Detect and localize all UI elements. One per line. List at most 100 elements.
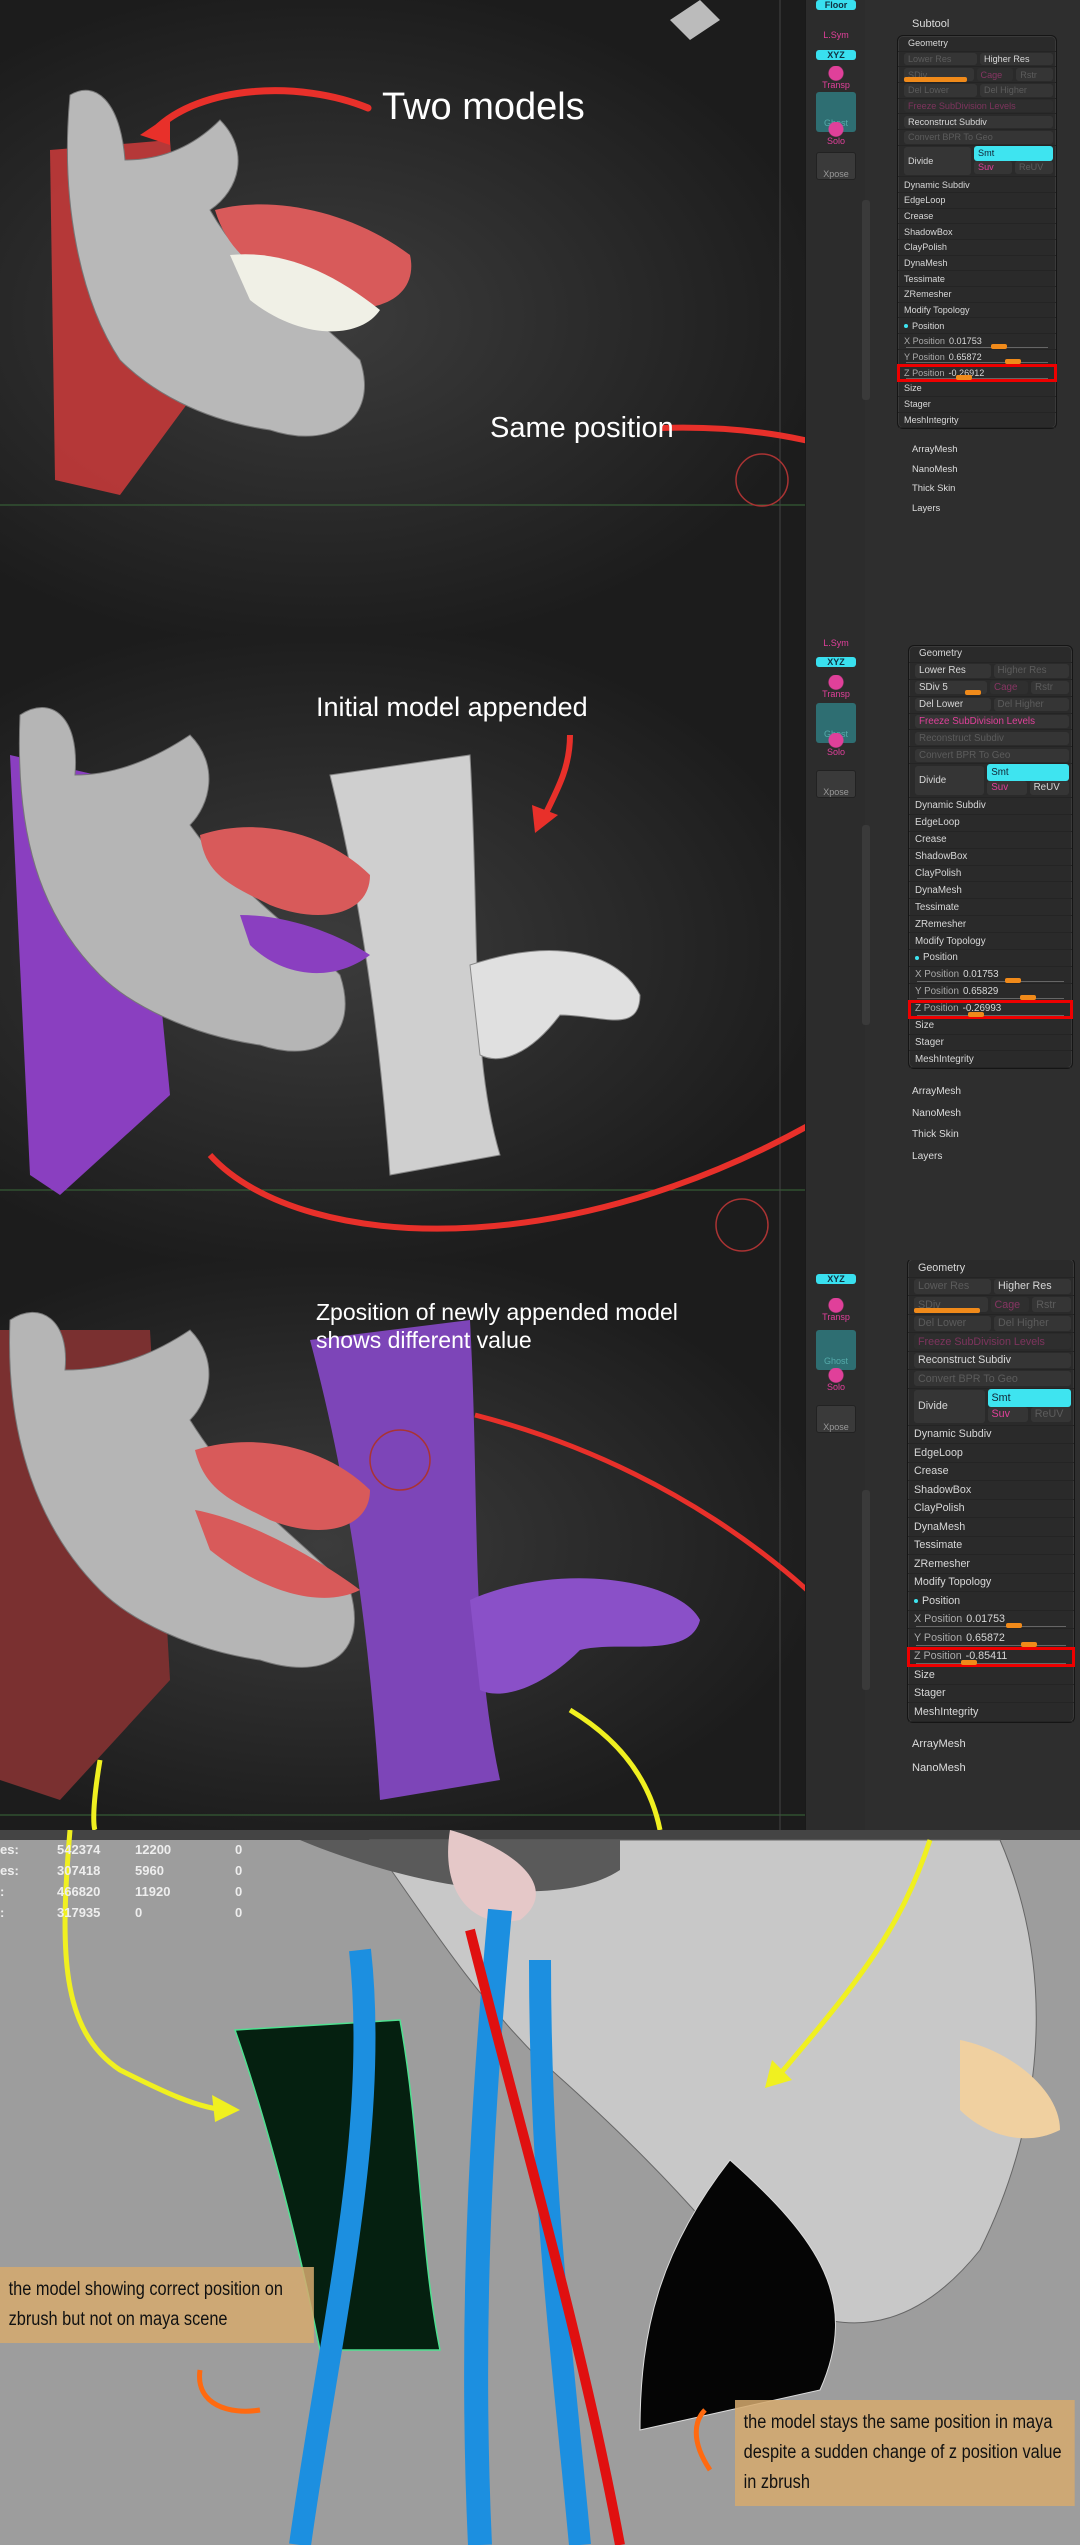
x-position-slider[interactable]: X Position 0.01753 [909, 967, 1072, 984]
geometry-header[interactable]: Geometry [908, 1260, 1074, 1278]
position-header[interactable]: Position [909, 950, 1072, 967]
shelf-xyz-button[interactable]: XYZ [816, 657, 856, 667]
freeze-subdivision-levels-button[interactable]: Freeze SubDivision Levels [914, 1334, 1071, 1350]
z-position-slider-knob[interactable] [968, 1011, 985, 1017]
suv-toggle[interactable]: Suv [987, 780, 1027, 795]
position-header[interactable]: Position [908, 1592, 1074, 1611]
menu-nanomesh[interactable]: NanoMesh [912, 1108, 961, 1119]
subpalette-size[interactable]: Size [909, 1018, 1072, 1035]
higher-res-button[interactable]: Higher Res [994, 1278, 1071, 1294]
del-higher-button[interactable]: Del Higher [993, 697, 1069, 712]
subpalette-size[interactable]: Size [898, 381, 1056, 397]
reuv-toggle[interactable]: ReUV [1015, 161, 1054, 174]
subpalette-crease[interactable]: Crease [898, 209, 1056, 225]
panel-scrollbar[interactable] [862, 200, 870, 400]
menu-layers[interactable]: Layers [912, 1151, 942, 1162]
menu-arraymesh[interactable]: ArrayMesh [912, 1738, 966, 1750]
suv-toggle[interactable]: Suv [974, 161, 1013, 174]
higher-res-button[interactable]: Higher Res [993, 664, 1069, 678]
freeze-subdivision-levels-button[interactable]: Freeze SubDivision Levels [915, 714, 1069, 729]
shelf-solo-button[interactable]: Solo [816, 1368, 856, 1392]
subpalette-dynamic-subdiv[interactable]: Dynamic Subdiv [898, 177, 1056, 193]
lower-res-button[interactable]: Lower Res [904, 52, 977, 66]
subpalette-zremesher[interactable]: ZRemesher [908, 1555, 1074, 1574]
shelf-lsym-button[interactable]: L.Sym [816, 30, 856, 40]
z-position-slider[interactable]: Z Position -0.26993 [908, 999, 1073, 1019]
z-position-slider[interactable]: Z Position -0.85411 [907, 1646, 1075, 1667]
subpalette-stager[interactable]: Stager [908, 1685, 1074, 1703]
menu-arraymesh[interactable]: ArrayMesh [912, 443, 957, 454]
subpalette-shadowbox[interactable]: ShadowBox [908, 1481, 1074, 1500]
subpalette-tessimate[interactable]: Tessimate [898, 271, 1056, 288]
shelf-ghost-button[interactable]: Ghost [816, 1330, 856, 1370]
subpalette-dynamic-subdiv[interactable]: Dynamic Subdiv [909, 798, 1072, 815]
y-position-slider-knob[interactable] [1021, 1641, 1037, 1647]
position-header[interactable]: Position [898, 318, 1056, 335]
shelf-xyz-button[interactable]: XYZ [816, 1274, 856, 1284]
subpalette-size[interactable]: Size [908, 1666, 1074, 1685]
freeze-subdivision-levels-button[interactable]: Freeze SubDivision Levels [904, 99, 1053, 113]
shelf-xpose-button[interactable]: Xpose [816, 1405, 856, 1433]
sdiv-slider[interactable]: SDiv 5 [915, 680, 987, 696]
subpalette-crease[interactable]: Crease [909, 832, 1072, 849]
y-position-slider[interactable]: Y Position 0.65829 [909, 984, 1072, 1001]
geometry-header[interactable]: Geometry [909, 646, 1072, 663]
divide-button[interactable]: Divide [915, 765, 985, 796]
subpalette-edgeloop[interactable]: EdgeLoop [909, 815, 1072, 832]
higher-res-button[interactable]: Higher Res [980, 52, 1053, 66]
subpalette-meshintegrity[interactable]: MeshIntegrity [909, 1051, 1072, 1069]
maya-viewport[interactable]: es: 542374 12200 0 es: 307418 5960 0: 466820 1192… [0, 1830, 1080, 2545]
reconstruct-subdiv-button[interactable]: Reconstruct Subdiv [915, 731, 1069, 746]
suv-toggle[interactable]: Suv [987, 1406, 1028, 1422]
subpalette-tessimate[interactable]: Tessimate [908, 1537, 1074, 1555]
panel-scrollbar[interactable] [862, 1490, 870, 1690]
subpalette-meshintegrity[interactable]: MeshIntegrity [898, 413, 1056, 429]
panel-scrollbar[interactable] [862, 825, 870, 1025]
del-higher-button[interactable]: Del Higher [994, 1315, 1071, 1331]
del-lower-button[interactable]: Del Lower [904, 84, 977, 97]
subpalette-claypolish[interactable]: ClayPolish [908, 1500, 1074, 1518]
del-higher-button[interactable]: Del Higher [980, 84, 1053, 97]
del-lower-button[interactable]: Del Lower [915, 697, 991, 712]
subpalette-crease[interactable]: Crease [908, 1463, 1074, 1481]
shelf-xpose-button[interactable]: Xpose [816, 770, 856, 798]
reconstruct-subdiv-button[interactable]: Reconstruct Subdiv [914, 1352, 1071, 1368]
divide-button[interactable]: Divide [904, 147, 972, 175]
menu-layers[interactable]: Layers [912, 502, 940, 513]
shelf-transp-button[interactable]: Transp [816, 675, 856, 699]
y-position-slider-knob[interactable] [1019, 994, 1036, 1000]
subpalette-dynamesh[interactable]: DynaMesh [909, 882, 1072, 900]
subpalette-zremesher[interactable]: ZRemesher [898, 287, 1056, 303]
rstr-button[interactable]: Rstr [1031, 680, 1069, 695]
menu-nanomesh[interactable]: NanoMesh [912, 1762, 966, 1774]
subpalette-dynamic-subdiv[interactable]: Dynamic Subdiv [908, 1426, 1074, 1444]
menu-nanomesh[interactable]: NanoMesh [912, 463, 958, 474]
viewport[interactable]: Zposition of newly appended model shows … [0, 1260, 805, 1830]
cage-button[interactable]: Cage [976, 68, 1014, 81]
reuv-toggle[interactable]: ReUV [1029, 780, 1069, 795]
subpalette-tessimate[interactable]: Tessimate [909, 899, 1072, 917]
z-position-slider-knob[interactable] [955, 375, 972, 381]
reconstruct-subdiv-button[interactable]: Reconstruct Subdiv [904, 115, 1053, 129]
smt-toggle[interactable]: Smt [974, 145, 1053, 162]
y-position-slider[interactable]: Y Position 0.65872 [898, 350, 1056, 366]
lower-res-button[interactable]: Lower Res [914, 1278, 991, 1294]
shelf-solo-button[interactable]: Solo [816, 733, 856, 757]
geometry-header[interactable]: Geometry [898, 36, 1056, 52]
menu-thick-skin[interactable]: Thick Skin [912, 482, 955, 493]
subpalette-claypolish[interactable]: ClayPolish [898, 240, 1056, 256]
sdiv-slider-knob[interactable] [914, 1308, 981, 1314]
subpalette-edgeloop[interactable]: EdgeLoop [898, 193, 1056, 209]
sdiv-slider[interactable]: SDiv [914, 1297, 988, 1314]
subpalette-claypolish[interactable]: ClayPolish [909, 866, 1072, 883]
subpalette-meshintegrity[interactable]: MeshIntegrity [908, 1703, 1074, 1722]
divide-button[interactable]: Divide [914, 1390, 985, 1423]
cage-button[interactable]: Cage [990, 1297, 1030, 1313]
subtool-menu[interactable]: Subtool [912, 18, 949, 30]
reuv-toggle[interactable]: ReUV [1030, 1406, 1072, 1422]
sdiv-slider-knob[interactable] [965, 690, 982, 696]
cage-button[interactable]: Cage [990, 680, 1028, 695]
shelf-xyz-button[interactable]: XYZ [816, 50, 856, 60]
viewport[interactable]: Initial model appended [0, 635, 805, 1260]
x-position-slider-knob[interactable] [1005, 977, 1022, 983]
